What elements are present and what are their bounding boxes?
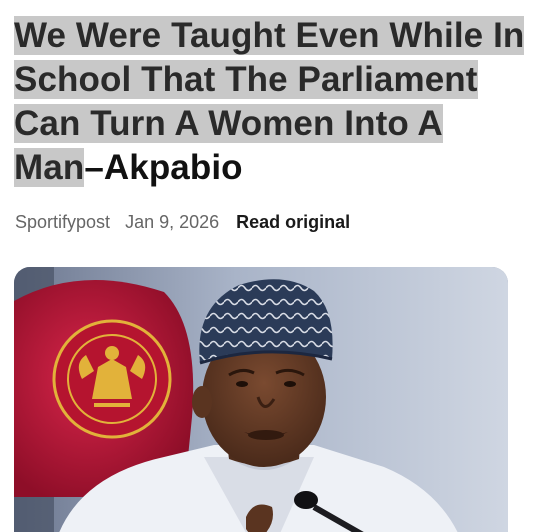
- article-title[interactable]: We Were Taught Even While In School That…: [14, 14, 529, 190]
- read-original-link[interactable]: Read original: [236, 212, 350, 232]
- article-photo[interactable]: [14, 267, 508, 532]
- publish-date: Jan 9, 2026: [125, 212, 220, 232]
- title-speaker: –Akpabio: [84, 148, 243, 187]
- source-name: Sportifypost: [15, 212, 111, 232]
- senate-seal-emblem: [52, 319, 172, 439]
- senate-president-photo: [14, 267, 508, 532]
- article-meta: Sportifypost Jan 9, 2026 Read original: [15, 211, 350, 233]
- article-card: We Were Taught Even While In School That…: [0, 0, 535, 532]
